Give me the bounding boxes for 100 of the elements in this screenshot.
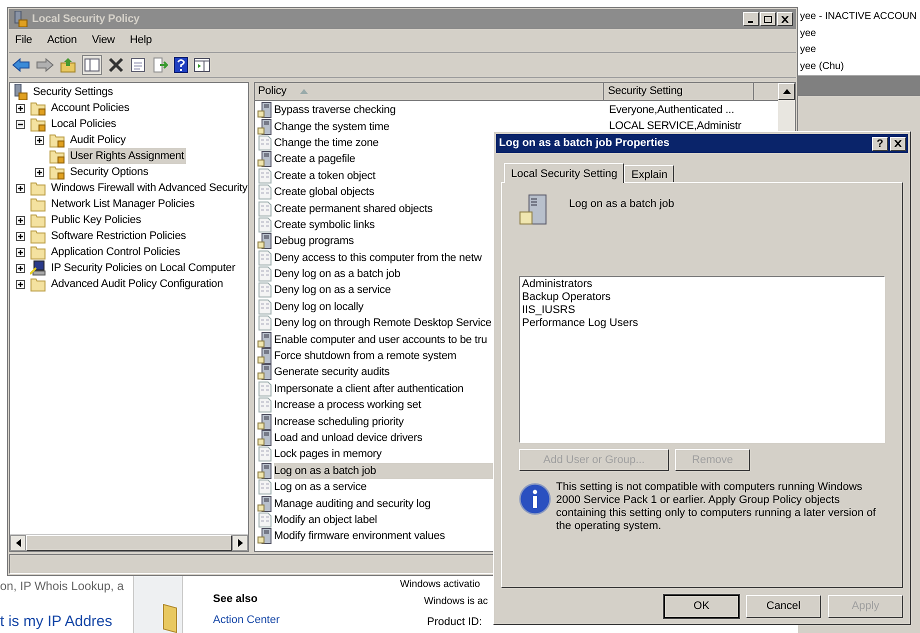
maximize-icon [764, 16, 772, 22]
dialog-tab[interactable]: Local Security Setting [504, 163, 624, 183]
dialog-button[interactable]: OK [664, 595, 739, 618]
left-arrow-icon[interactable] [16, 539, 20, 547]
pane-toggle-icon[interactable] [82, 55, 102, 75]
member-item[interactable]: IIS_IUSRS [522, 304, 882, 317]
tree-item[interactable]: Application Control Policies [49, 244, 182, 260]
server-icon [257, 462, 273, 479]
tree-item[interactable]: Public Key Policies [49, 212, 144, 228]
member-item[interactable]: Backup Operators [522, 291, 882, 304]
binary-document-icon [257, 266, 273, 282]
window-title: Local Security Policy [32, 12, 140, 27]
security-setting-value: LOCAL SERVICE,Administr [608, 119, 742, 134]
minimize-button[interactable] [743, 12, 759, 26]
account-list-item[interactable]: yee [798, 26, 920, 42]
expand-icon[interactable] [16, 264, 25, 272]
server-icon [257, 348, 273, 364]
policy-name[interactable]: Change the system time [274, 118, 604, 135]
horizontal-scrollbar[interactable] [10, 534, 248, 551]
server-icon [257, 496, 273, 512]
locked-folder-icon [30, 100, 46, 116]
expand-icon[interactable] [16, 280, 25, 288]
back-arrow-icon[interactable] [12, 57, 30, 73]
binary-document-icon [257, 134, 273, 151]
folder-icon [30, 276, 46, 292]
policy-name[interactable]: Bypass traverse checking [274, 102, 604, 118]
expand-icon[interactable] [35, 136, 44, 144]
server-icon [257, 233, 273, 250]
up-arrow-icon[interactable] [782, 89, 790, 94]
tree-item[interactable]: Network List Manager Policies [49, 196, 197, 212]
forward-arrow-icon[interactable] [36, 57, 54, 73]
menu-item[interactable]: Action [47, 32, 77, 49]
maximize-button[interactable] [760, 12, 776, 26]
close-button[interactable] [890, 136, 906, 150]
scrollbar-thumb[interactable] [26, 535, 232, 551]
delete-icon[interactable] [108, 57, 124, 73]
locked-folder-icon [49, 148, 65, 164]
binary-document-icon [257, 479, 273, 496]
tree-item[interactable]: Security Options [68, 164, 150, 180]
see-also-heading: See also [213, 592, 258, 607]
properties-icon[interactable] [130, 57, 146, 73]
account-list-item[interactable]: yee (Chu) [798, 58, 920, 75]
menu-item[interactable]: File [15, 32, 32, 49]
dialog-title: Log on as a batch job Properties [499, 136, 670, 152]
locked-folder-icon [30, 116, 46, 132]
computer-key-icon [30, 260, 46, 276]
binary-document-icon [257, 200, 273, 217]
tree-item[interactable]: Account Policies [49, 100, 132, 116]
expand-icon[interactable] [16, 216, 25, 224]
tree-item[interactable]: IP Security Policies on Local Computer [49, 260, 238, 276]
action-center-link[interactable]: Action Center [213, 612, 280, 628]
help-icon[interactable] [174, 57, 188, 73]
export-list-icon[interactable] [152, 57, 168, 73]
binary-document-icon [257, 250, 273, 266]
tree-item[interactable]: Advanced Audit Policy Configuration [49, 276, 226, 292]
close-icon [781, 16, 789, 22]
expand-icon[interactable] [35, 168, 44, 176]
tree-item[interactable]: Windows Firewall with Advanced Security [49, 180, 248, 196]
tree-item[interactable]: User Rights Assignment [68, 148, 186, 164]
menu-item[interactable]: Help [130, 32, 152, 49]
column-header[interactable]: Policy [255, 83, 604, 100]
binary-document-icon [257, 216, 273, 233]
locked-folder-icon [49, 132, 65, 148]
dialog-tab[interactable]: Explain [624, 165, 674, 182]
menu-item[interactable]: View [92, 32, 115, 49]
web-heading: t is my IP Addres [0, 612, 112, 631]
tree-item[interactable]: Software Restriction Policies [49, 228, 188, 244]
column-header[interactable]: Security Setting [604, 83, 754, 100]
help-button[interactable]: ? [872, 136, 888, 150]
collapse-icon[interactable] [16, 120, 25, 128]
tree-item[interactable]: Security Settings [31, 84, 115, 100]
security-setting-value: Everyone,Authenticated ... [608, 102, 734, 118]
account-list-item[interactable]: yee - INACTIVE ACCOUN [798, 9, 920, 26]
folder-icon [30, 180, 46, 196]
server-lock-icon [12, 84, 28, 100]
binary-document-icon [257, 298, 273, 315]
folder-icon [30, 244, 46, 260]
expand-icon[interactable] [16, 184, 25, 192]
expand-icon[interactable] [16, 248, 25, 256]
member-item[interactable]: Performance Log Users [522, 317, 882, 330]
server-icon [257, 118, 273, 135]
server-icon [257, 332, 273, 348]
web-snippet: on, IP Whois Lookup, a [0, 578, 124, 595]
folder-icon [30, 212, 46, 228]
server-icon [257, 528, 273, 544]
right-arrow-icon[interactable] [238, 539, 242, 547]
folder-icon [163, 604, 177, 633]
expand-icon[interactable] [16, 232, 25, 240]
member-item[interactable]: Administrators [522, 278, 882, 291]
server-icon [257, 151, 273, 168]
tree-item[interactable]: Audit Policy [68, 132, 128, 148]
close-button[interactable] [777, 12, 793, 26]
action-pane-icon[interactable] [194, 58, 210, 72]
binary-document-icon [257, 512, 273, 528]
expand-icon[interactable] [16, 104, 25, 112]
account-list-item[interactable]: yee [798, 42, 920, 58]
activation-heading: Windows activatio [400, 578, 480, 592]
compatibility-note: This setting is not compatible with computers running Windows 2000 Service Pack 1 or earlier. Apply Group Policy objects containing this setting only to computers running a later version of the operating system. [556, 481, 876, 533]
dialog-button[interactable]: Cancel [746, 595, 821, 618]
tree-item[interactable]: Local Policies [49, 116, 118, 132]
